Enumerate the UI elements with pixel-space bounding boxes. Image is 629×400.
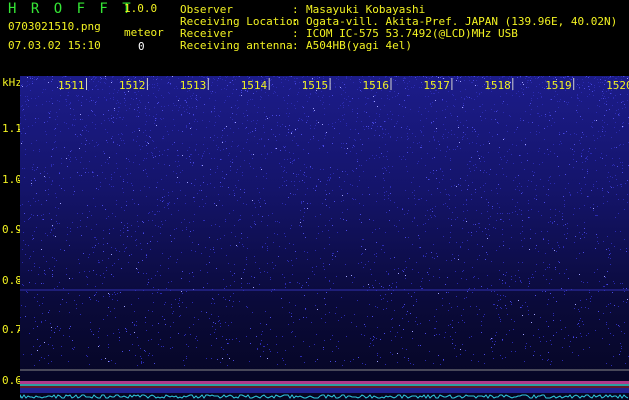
y-axis-unit: kHz — [2, 76, 22, 89]
time-label: 1518 — [484, 79, 511, 92]
time-label: 1520 — [606, 79, 629, 92]
carrier-band-magenta — [20, 381, 629, 384]
spectrogram-plot[interactable]: 1511 1512 1513 1514 1515 1516 1517 1518 1519 1520 — [20, 76, 629, 400]
time-tick — [207, 78, 209, 90]
time-tick — [573, 78, 575, 90]
time-tick — [329, 78, 331, 90]
frequency-axis: kHz 1.1 1.0 0.9 0.8 0.7 0.6 — [0, 76, 22, 400]
date-time: 07.03.02 15:10 — [8, 39, 101, 52]
antenna-value: A504HB(yagi 4el) — [306, 39, 412, 52]
time-tick — [390, 78, 392, 90]
time-label: 1511 — [58, 79, 85, 92]
time-tick — [146, 78, 148, 90]
spectrogram-canvas: 1511 1512 1513 1514 1515 1516 1517 1518 1519 1520 — [20, 76, 629, 400]
carrier-band-cyan — [20, 384, 629, 386]
antenna-separator: : — [292, 39, 299, 52]
header-panel: H R O F F T 1.0.0 0703021510.png meteor … — [0, 0, 629, 76]
time-label: 1519 — [545, 79, 572, 92]
time-tick — [86, 78, 87, 90]
time-label: 1517 — [423, 79, 450, 92]
time-tick — [512, 78, 514, 90]
app-title: H R O F F T — [8, 1, 134, 17]
time-tick — [268, 78, 270, 90]
meteor-label: meteor — [124, 26, 164, 39]
app-version: 1.0.0 — [124, 2, 158, 15]
meteor-count: 0 — [138, 40, 145, 53]
antenna-label: Receiving antenna — [180, 39, 293, 52]
time-tick — [451, 78, 453, 90]
time-label: 1514 — [241, 79, 268, 92]
time-label: 1512 — [119, 79, 145, 92]
time-label: 1513 — [180, 79, 207, 92]
file-name: 0703021510.png — [8, 20, 101, 33]
carrier-band-blue — [20, 388, 629, 393]
time-label: 1516 — [363, 79, 390, 92]
noise-background — [20, 76, 629, 400]
time-label: 1515 — [302, 79, 329, 92]
